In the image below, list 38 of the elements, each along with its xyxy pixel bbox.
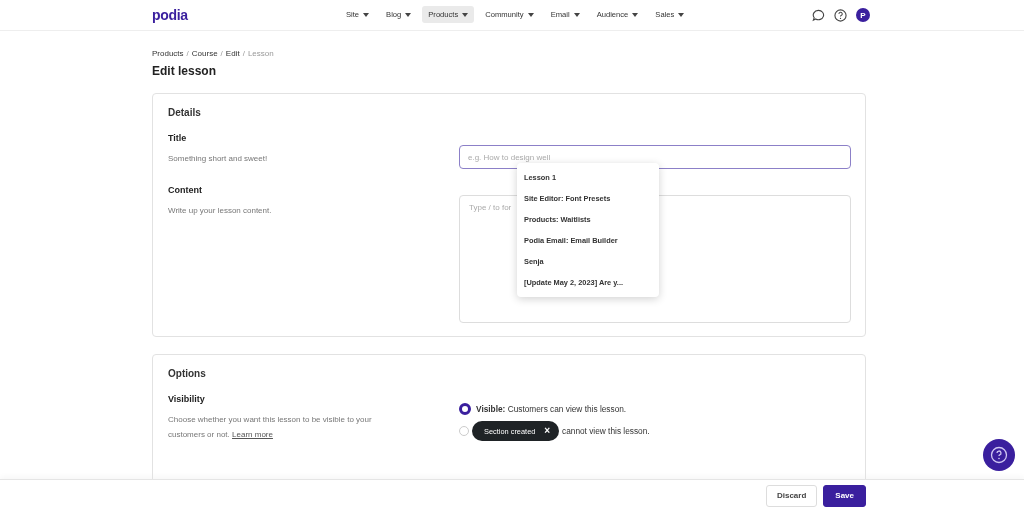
title-input[interactable]: e.g. How to design well bbox=[459, 145, 851, 169]
caret-icon bbox=[363, 12, 370, 17]
breadcrumb-link[interactable]: Products bbox=[152, 49, 184, 58]
save-button[interactable]: Save bbox=[823, 484, 866, 507]
field-description: Something short and sweet! bbox=[168, 153, 269, 165]
caret-icon bbox=[405, 12, 412, 17]
radio-button[interactable] bbox=[459, 403, 471, 415]
caret-icon bbox=[573, 12, 580, 17]
close-button[interactable]: × bbox=[544, 426, 551, 436]
caret-icon bbox=[462, 12, 469, 17]
user-avatar[interactable]: P bbox=[856, 8, 870, 22]
breadcrumb-link[interactable]: Edit bbox=[225, 49, 240, 58]
caret-icon bbox=[678, 12, 685, 17]
help-icon[interactable] bbox=[834, 8, 847, 22]
field-description: Write up your lesson content. bbox=[168, 205, 273, 217]
help-button[interactable] bbox=[983, 439, 1015, 471]
breadcrumb-link[interactable]: Course bbox=[191, 49, 218, 58]
podia-logo[interactable]: podia bbox=[152, 7, 188, 23]
caret-icon bbox=[527, 12, 534, 17]
field-description: Choose whether you want this lesson to be visible to your customers or not. Learn more bbox=[168, 414, 373, 441]
discard-button[interactable]: Discard bbox=[765, 484, 818, 507]
learn-more-link[interactable]: Learn more bbox=[232, 430, 273, 439]
radio-label[interactable]: cannot view this lesson. bbox=[562, 426, 650, 436]
section-heading: Options bbox=[168, 368, 207, 379]
field-label: Visibility bbox=[168, 394, 206, 404]
field-label: Title bbox=[168, 133, 188, 143]
caret-icon bbox=[632, 12, 639, 17]
editor-placeholder: Type / to for bbox=[469, 203, 512, 212]
breadcrumb-separator: / bbox=[220, 49, 223, 58]
field-label: Content bbox=[168, 185, 203, 195]
radio-label[interactable]: Visible: Customers can view this lesson. bbox=[476, 404, 627, 414]
help-icon bbox=[990, 446, 1008, 464]
section-heading: Details bbox=[168, 107, 202, 118]
breadcrumb-separator: / bbox=[186, 49, 189, 58]
page-title: Edit lesson bbox=[152, 64, 217, 78]
breadcrumb-current: Lesson bbox=[247, 49, 274, 58]
chat-bubble-icon[interactable] bbox=[812, 8, 825, 22]
breadcrumb-separator: / bbox=[242, 49, 245, 58]
